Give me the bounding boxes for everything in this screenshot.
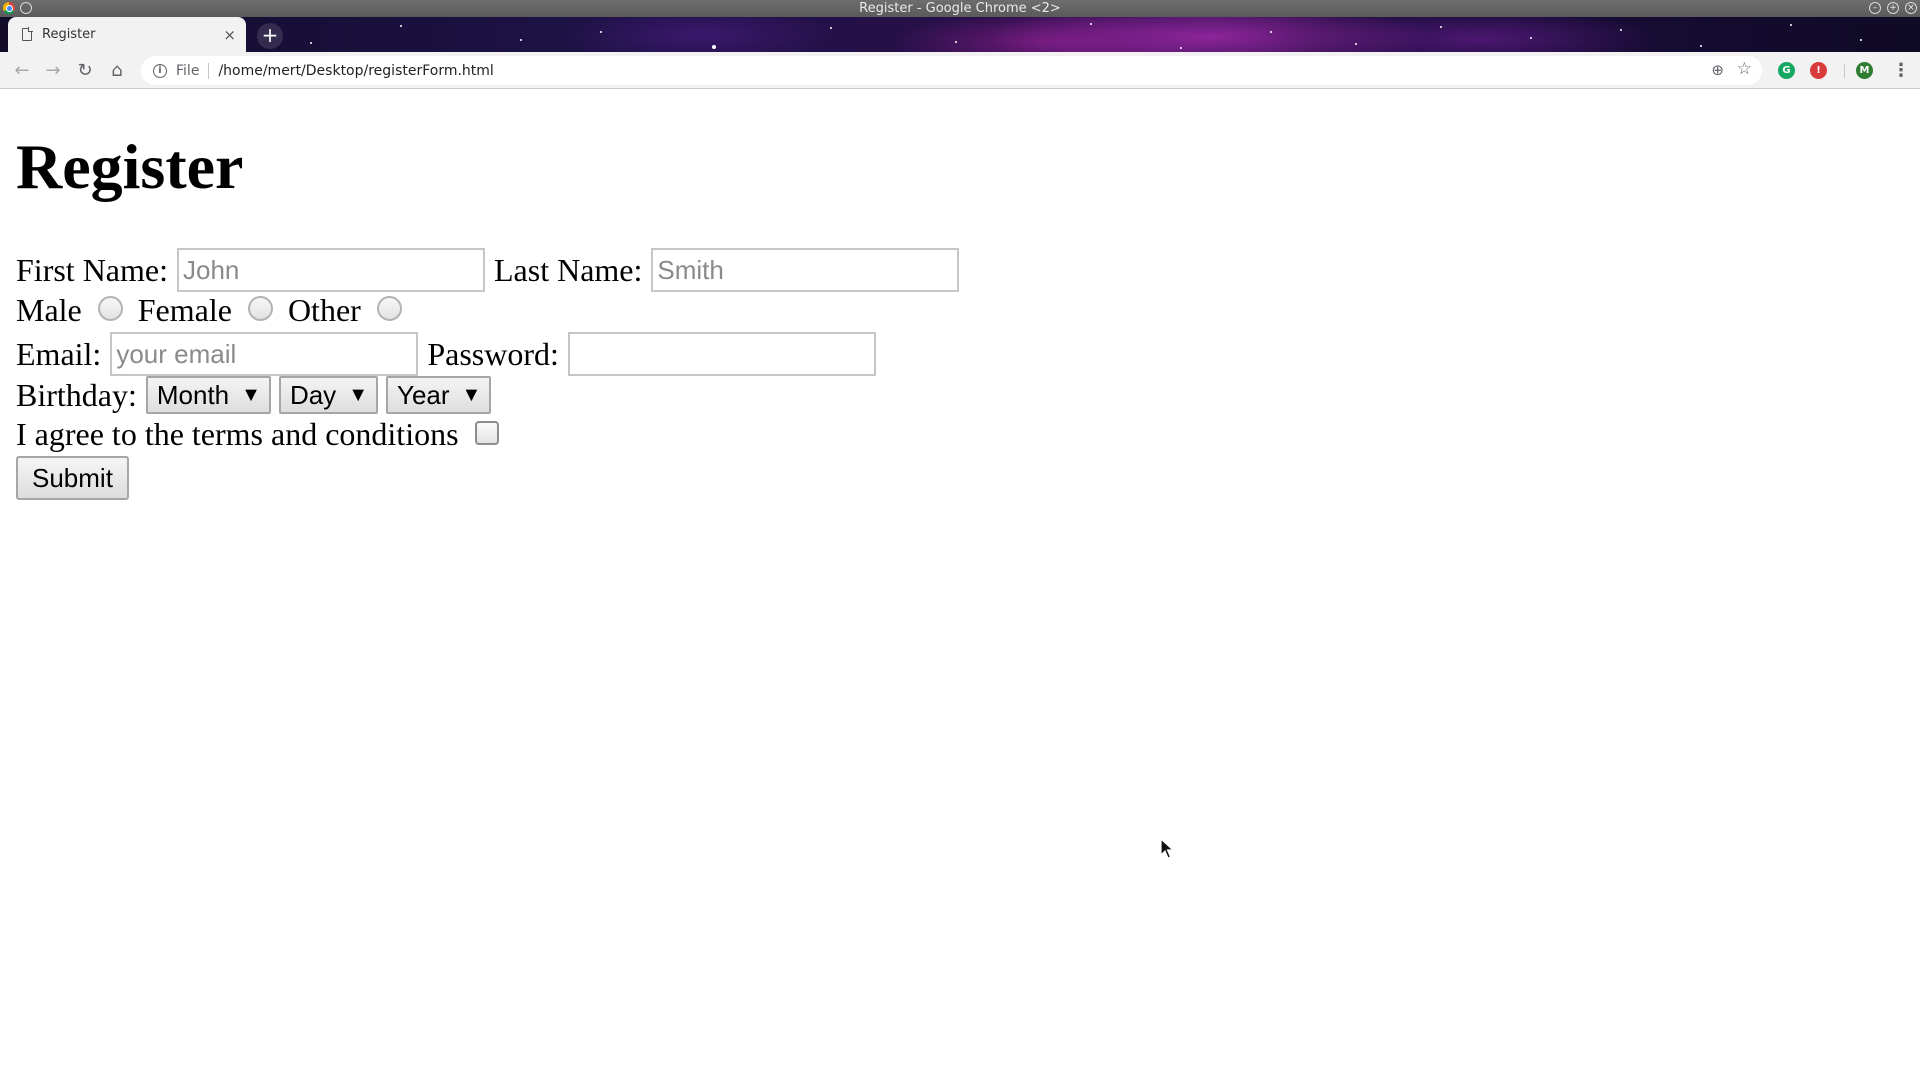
terms-label: I agree to the terms and conditions: [16, 416, 459, 452]
maximize-icon[interactable]: +: [1887, 2, 1899, 14]
reload-button[interactable]: ↻: [72, 58, 98, 84]
first-name-input[interactable]: [176, 248, 485, 292]
male-label: Male: [16, 292, 82, 328]
url-scheme-chip[interactable]: File: [176, 62, 210, 79]
month-select-value: Month: [156, 379, 230, 410]
day-select[interactable]: Day ▼: [278, 376, 378, 414]
window-controls: – + ×: [1869, 2, 1917, 14]
menu-icon[interactable]: ⋮: [1892, 58, 1910, 84]
gender-row: Male Female Other: [16, 292, 402, 329]
year-select[interactable]: Year ▼: [385, 376, 492, 414]
chevron-down-icon: ▼: [241, 383, 261, 406]
submit-button[interactable]: Submit: [16, 456, 129, 500]
minimize-icon[interactable]: –: [1869, 2, 1881, 14]
home-button[interactable]: ⌂: [104, 58, 130, 84]
url-text[interactable]: /home/mert/Desktop/registerForm.html: [218, 63, 493, 79]
chevron-down-icon: ▼: [461, 383, 482, 406]
day-select-value: Day: [289, 379, 337, 410]
email-field[interactable]: [110, 332, 419, 376]
back-button[interactable]: ←: [9, 58, 35, 84]
new-tab-button[interactable]: +: [257, 23, 283, 49]
other-radio[interactable]: [376, 296, 402, 321]
year-select-value: Year: [396, 379, 450, 410]
chevron-down-icon: ▼: [348, 383, 368, 406]
grammarly-extension-icon[interactable]: G: [1778, 62, 1795, 79]
browser-toolbar: ← → ↻ ⌂ i File /home/mert/Desktop/regist…: [0, 52, 1920, 89]
tab-title: Register: [42, 27, 96, 42]
window-titlebar: Register - Google Chrome <2> – + ×: [0, 0, 1920, 17]
page-content: Register First Name: Last Name: Male Fem…: [0, 90, 1920, 1080]
last-name-input[interactable]: [651, 248, 960, 292]
submit-row: Submit: [16, 456, 129, 500]
tab-strip: Register × +: [0, 17, 1920, 52]
female-label: Female: [137, 292, 232, 328]
female-radio[interactable]: [247, 296, 273, 321]
terms-checkbox[interactable]: [474, 420, 499, 445]
name-row: First Name: Last Name:: [16, 248, 960, 292]
tab-register[interactable]: Register ×: [8, 17, 246, 52]
birthday-label: Birthday:: [16, 376, 137, 413]
close-window-icon[interactable]: ×: [1905, 2, 1917, 14]
window-pin-icon[interactable]: [20, 2, 32, 14]
page-title: Register: [16, 131, 244, 202]
password-label: Password:: [427, 335, 559, 372]
mouse-cursor-icon: [1160, 838, 1174, 859]
page-icon: [22, 27, 33, 41]
forward-button[interactable]: →: [40, 58, 66, 84]
credentials-row: Email: Password:: [16, 332, 876, 376]
email-label: Email:: [16, 335, 102, 372]
chrome-logo-icon: [3, 2, 15, 14]
other-label: Other: [287, 292, 361, 328]
terms-row: I agree to the terms and conditions: [16, 416, 499, 453]
last-name-label: Last Name:: [493, 251, 643, 288]
first-name-label: First Name:: [16, 251, 168, 288]
avatar[interactable]: M: [1856, 62, 1873, 79]
toolbar-divider: [1844, 64, 1845, 78]
month-select[interactable]: Month ▼: [145, 376, 271, 414]
star-icon[interactable]: ☆: [1737, 59, 1752, 79]
window-title: Register - Google Chrome <2>: [859, 1, 1061, 16]
info-icon[interactable]: i: [153, 63, 167, 78]
extension-icon[interactable]: !: [1810, 62, 1827, 79]
window-menu-group: [3, 2, 32, 14]
male-radio[interactable]: [97, 296, 123, 321]
tab-close-icon[interactable]: ×: [223, 26, 236, 44]
birthday-row: Birthday: Month ▼ Day ▼ Year ▼: [16, 376, 492, 414]
zoom-icon[interactable]: ⊕: [1711, 61, 1724, 79]
address-bar[interactable]: i File /home/mert/Desktop/registerForm.h…: [141, 56, 1762, 85]
password-field[interactable]: [567, 332, 876, 376]
